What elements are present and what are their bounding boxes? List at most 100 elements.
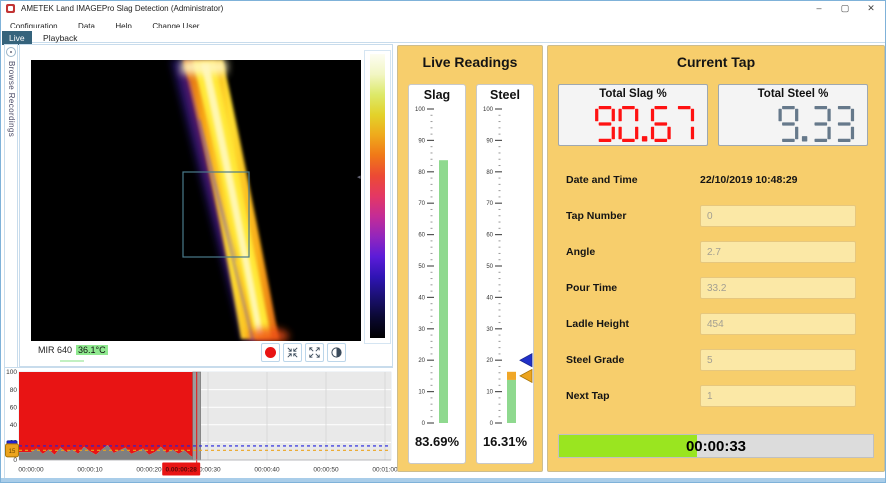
temperature-underline [60,360,84,362]
svg-text:60: 60 [10,404,18,411]
ladle-height-input[interactable] [700,313,856,335]
svg-text:70: 70 [486,201,493,207]
total-slag-display: Total Slag % [558,84,708,146]
window-controls: – ▢ ✕ [813,2,877,15]
steel-grade-input[interactable] [700,349,856,371]
angle-label: Angle [566,246,595,258]
angle-input[interactable] [700,241,856,263]
threshold-marker-icon[interactable] [520,369,532,382]
svg-text:30: 30 [418,327,425,333]
svg-text:30: 30 [486,327,493,333]
window-bottom-edge [1,478,885,482]
close-button[interactable]: ✕ [865,2,877,15]
fit-to-window-button[interactable] [283,343,302,362]
tab-bar: Live Playback [2,28,886,43]
camera-name: MIR 640 [38,345,72,355]
palette-gradient [370,54,385,338]
svg-text:0: 0 [422,421,426,427]
minimize-button[interactable]: – [813,2,825,15]
svg-text:0.00:00:28: 0.00:00:28 [165,467,197,474]
window-title: AMETEK Land IMAGEPro Slag Detection (Adm… [21,4,223,13]
current-tap-panel: Current Tap Total Slag % Total Steel % D… [547,45,885,472]
svg-text:0: 0 [13,457,17,464]
pin-icon[interactable] [6,47,16,57]
contrast-button[interactable] [327,343,346,362]
next-tap-label: Next Tap [566,390,610,402]
svg-text:50: 50 [486,264,493,270]
thermal-stream-graphic [31,60,361,341]
svg-text:00:00:40: 00:00:40 [254,467,280,474]
threshold-marker-icon[interactable] [520,354,532,367]
fullscreen-button[interactable] [305,343,324,362]
svg-text:80: 80 [10,387,18,394]
svg-text:15: 15 [9,449,16,455]
palette-scale[interactable] [364,50,391,344]
steel-gauge-title: Steel [477,88,533,102]
steel-gauge-card: Steel 0 10 20 30 40 50 60 70 80 90 100 16.31% [476,84,534,464]
tap-timer-bar: 00:00:33 [558,434,874,458]
svg-text:90: 90 [418,138,425,144]
svg-text:20: 20 [486,358,493,364]
svg-text:60: 60 [418,233,425,239]
svg-text:80: 80 [418,170,425,176]
slag-gauge-title: Slag [409,88,465,102]
record-icon [265,347,276,358]
tab-live[interactable]: Live [2,31,32,45]
collapse-arrows-icon [286,346,299,359]
svg-text:00:00:10: 00:00:10 [77,467,103,474]
record-button[interactable] [261,343,280,362]
svg-text:40: 40 [10,422,18,429]
browse-recordings-label: Browse Recordings [7,61,16,137]
gauge-bar [439,160,448,423]
steel-gauge-value: 16.31% [477,434,533,449]
next-tap-input[interactable] [700,385,856,407]
slag-gauge-scale: 0102030405060708090100 [409,103,465,433]
svg-text:60: 60 [486,233,493,239]
svg-text:00:00:50: 00:00:50 [313,467,339,474]
ambient-temperature-badge: 36.1°C [76,345,108,355]
pour-time-input[interactable] [700,277,856,299]
svg-text:0: 0 [490,421,494,427]
app-window: AMETEK Land IMAGEPro Slag Detection (Adm… [0,0,886,483]
svg-text:100: 100 [6,369,17,376]
palette-collapse-icon[interactable]: ◂ [357,173,361,181]
tap-timer-text: 00:00:33 [559,435,873,457]
total-steel-digits [741,106,861,142]
title-bar[interactable]: AMETEK Land IMAGEPro Slag Detection (Adm… [1,1,885,16]
camera-info: MIR 640 36.1°C [38,345,108,355]
svg-text:20: 20 [418,358,425,364]
total-steel-label: Total Steel % [719,88,867,100]
svg-text:50: 50 [418,264,425,270]
image-toolbar [261,343,346,362]
svg-text:10: 10 [418,390,425,396]
gauge-bar [507,380,516,423]
trend-chart[interactable]: 02040608010000:00:0000:00:1000:00:2000:0… [5,368,394,480]
svg-text:40: 40 [418,295,425,301]
maximize-button[interactable]: ▢ [839,2,851,15]
svg-text:10: 10 [486,390,493,396]
svg-text:70: 70 [418,201,425,207]
date-time-value: 22/10/2019 10:48:29 [700,174,798,186]
tap-number-input[interactable] [700,205,856,227]
thermal-image-panel: ◂ MIR 640 36.1°C [19,44,393,367]
steel-gauge-scale: 0 10 20 30 40 50 60 70 80 90 100 [477,103,533,433]
date-time-label: Date and Time [566,174,638,186]
total-slag-label: Total Slag % [559,88,707,100]
svg-text:40: 40 [486,295,493,301]
current-tap-title: Current Tap [548,46,884,70]
svg-text:80: 80 [486,170,493,176]
tap-number-label: Tap Number [566,210,626,222]
slag-gauge-card: Slag 0102030405060708090100 83.69% [408,84,466,464]
svg-text:100: 100 [483,107,494,113]
steel-grade-label: Steel Grade [566,354,624,366]
app-icon [6,4,15,13]
pour-time-label: Pour Time [566,282,617,294]
slag-gauge-value: 83.69% [409,434,465,449]
svg-text:90: 90 [486,138,493,144]
trend-chart-panel: 02040608010000:00:0000:00:1000:00:2000:0… [4,367,393,479]
svg-text:00:00:00: 00:00:00 [18,467,44,474]
browse-recordings-strip[interactable]: Browse Recordings [4,44,18,368]
live-readings-title: Live Readings [398,46,542,70]
tab-playback[interactable]: Playback [36,31,85,45]
thermal-image[interactable] [31,60,361,341]
